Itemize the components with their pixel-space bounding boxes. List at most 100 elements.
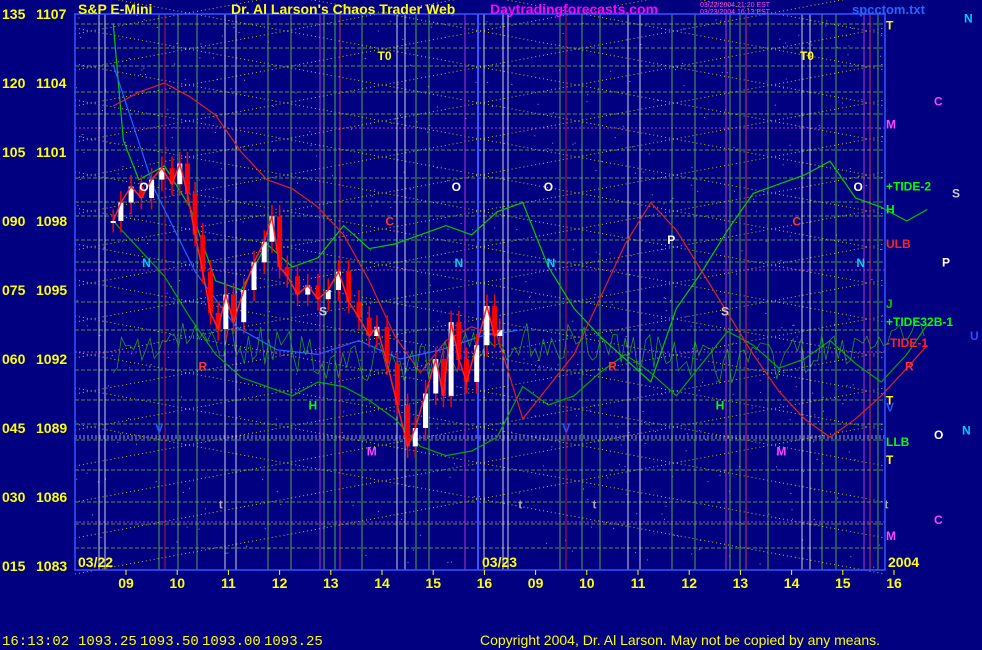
star-dot (424, 360, 426, 362)
star-dot (141, 69, 143, 71)
star-dot (557, 364, 559, 366)
star-dot (795, 386, 797, 388)
star-dot (837, 497, 838, 499)
star-dot (813, 519, 815, 520)
star-dot (179, 280, 181, 282)
star-dot (732, 393, 734, 395)
star-dot (80, 136, 82, 138)
star-dot (220, 168, 222, 170)
star-dot (272, 106, 274, 107)
star-dot (721, 71, 723, 73)
star-dot (686, 315, 688, 317)
star-dot (92, 514, 93, 516)
star-dot (699, 548, 701, 550)
star-dot (572, 248, 574, 250)
star-dot (174, 63, 175, 65)
star-dot (419, 534, 421, 536)
star-dot (534, 135, 536, 137)
y-tick-left: 060 (2, 351, 26, 367)
star-dot (626, 493, 628, 495)
star-dot (577, 364, 579, 365)
star-dot (391, 122, 393, 124)
timestamp-line-1: 03/22/2004 21:20 EST (700, 2, 771, 9)
star-dot (765, 240, 767, 242)
star-dot (808, 43, 810, 45)
star-dot (755, 210, 757, 212)
plot-marker: S (721, 304, 729, 318)
star-dot (273, 150, 274, 152)
star-dot (359, 359, 361, 361)
star-dot (571, 550, 573, 552)
star-dot (880, 249, 882, 250)
star-dot (534, 415, 536, 417)
star-dot (624, 466, 626, 468)
star-dot (276, 490, 278, 492)
star-dot (651, 194, 653, 196)
star-dot (80, 37, 82, 39)
star-dot (281, 355, 283, 357)
star-dot (691, 553, 693, 555)
star-dot (460, 223, 462, 224)
star-dot (538, 366, 540, 368)
star-dot (664, 518, 665, 520)
star-dot (779, 38, 781, 40)
star-dot (642, 229, 644, 231)
star-dot (811, 44, 813, 46)
star-dot (587, 498, 589, 500)
plot-marker: T0 (800, 49, 814, 63)
star-dot (635, 552, 636, 554)
star-dot (819, 292, 821, 294)
plot-marker: t (592, 498, 596, 512)
star-dot (655, 431, 656, 433)
star-dot (600, 160, 602, 162)
y-tick-right: 1101 (36, 144, 67, 160)
star-dot (539, 367, 541, 369)
star-dot (789, 235, 791, 237)
star-dot (156, 27, 158, 28)
star-dot (351, 128, 353, 130)
star-dot (759, 380, 761, 382)
x-tick-label: 12 (681, 575, 697, 591)
star-dot (698, 326, 700, 328)
y-tick-right: 1083 (36, 558, 67, 574)
star-dot (348, 393, 350, 395)
star-dot (400, 518, 402, 520)
star-dot (702, 381, 703, 383)
star-dot (204, 508, 206, 510)
star-dot (130, 353, 132, 355)
star-dot (880, 55, 881, 57)
star-dot (670, 300, 672, 302)
star-dot (198, 179, 200, 181)
star-dot (173, 126, 175, 128)
star-dot (487, 81, 489, 83)
star-dot (629, 81, 631, 82)
star-dot (611, 304, 613, 306)
star-dot (620, 444, 622, 446)
site-url-link[interactable]: Daytradingforecasts.com (490, 1, 658, 17)
star-dot (594, 294, 596, 296)
star-dot (814, 414, 816, 416)
star-dot (661, 393, 663, 395)
star-dot (785, 78, 787, 80)
star-dot (861, 99, 863, 101)
star-dot (416, 121, 418, 123)
star-dot (511, 84, 513, 85)
far-right-label: S (952, 186, 960, 200)
star-dot (773, 377, 775, 378)
plot-marker: C (385, 215, 394, 229)
star-dot (230, 88, 232, 90)
plot-marker: V (155, 422, 163, 436)
star-dot (552, 112, 554, 114)
star-dot (760, 391, 761, 393)
plot-marker: C (792, 215, 801, 229)
x-tick-label: 10 (579, 575, 595, 591)
star-dot (826, 20, 828, 22)
star-dot (200, 290, 202, 292)
star-dot (390, 207, 392, 209)
star-dot (246, 545, 248, 547)
star-dot (174, 299, 176, 301)
star-dot (720, 20, 722, 22)
star-dot (119, 38, 121, 40)
y-tick-left: 045 (2, 420, 26, 436)
star-dot (101, 110, 103, 111)
